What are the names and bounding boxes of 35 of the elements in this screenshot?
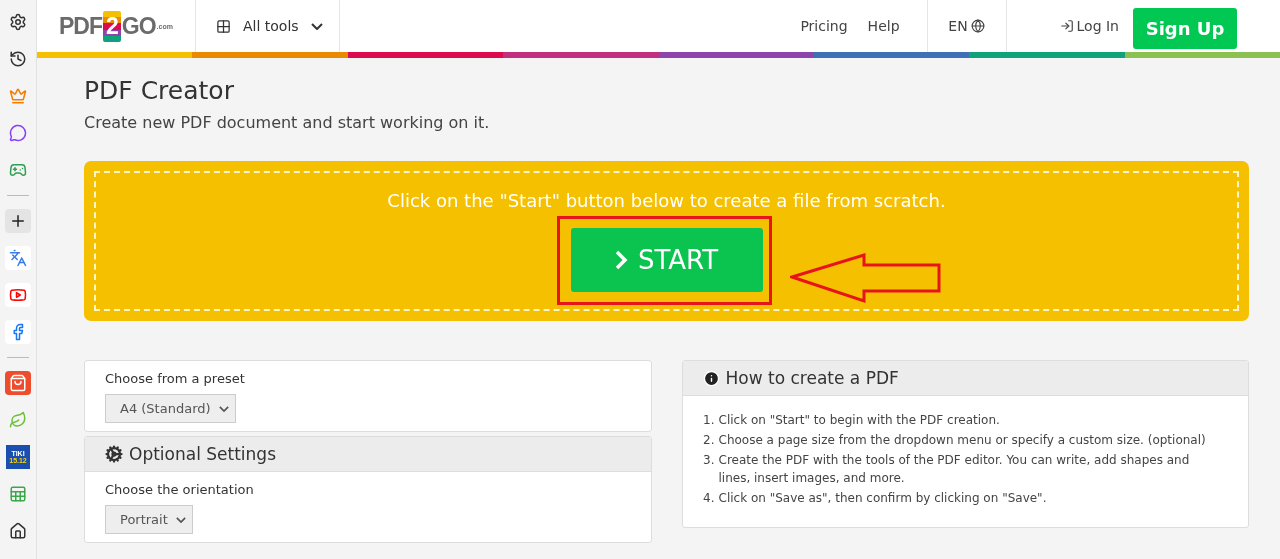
facebook-icon[interactable]	[5, 320, 31, 344]
page-title: PDF Creator	[84, 76, 235, 105]
globe-icon	[970, 19, 985, 33]
chevron-down-icon	[310, 22, 323, 30]
settings-title: Optional Settings	[129, 444, 276, 464]
step-text: Create the PDF with the tools of the PDF editor. You can write, add shapes and lines, insert images, and more.	[718, 452, 1190, 487]
info-icon	[702, 369, 720, 387]
step-number: 4.	[702, 490, 715, 507]
preset-label: Choose from a preset	[105, 371, 246, 386]
youtube-icon[interactable]	[5, 283, 31, 307]
chevron-right-icon	[614, 250, 628, 270]
plus-icon[interactable]	[5, 209, 31, 233]
nav-link[interactable]: Help	[857, 0, 910, 52]
step-number: 3.	[702, 452, 715, 469]
orientation-select[interactable]: Portrait	[105, 505, 193, 534]
step-text: Click on "Save as", then confirm by clicking on "Save".	[718, 490, 1047, 507]
language-selector[interactable]: EN	[926, 0, 1007, 52]
howto-title: How to create a PDF	[725, 368, 899, 388]
grid-icon	[216, 18, 231, 34]
page-subtitle: Create new PDF document and start working on it.	[84, 113, 491, 132]
chevron-down-icon	[175, 516, 186, 523]
step-number: 2.	[702, 432, 715, 449]
login-link[interactable]: Log In	[1059, 0, 1119, 52]
step-number: 1.	[702, 412, 715, 429]
preset-select[interactable]: A4 (Standard)	[105, 394, 236, 423]
step-text: Click on "Start" to begin with the PDF creation.	[718, 412, 1000, 429]
translate-icon[interactable]	[5, 246, 31, 270]
all-tools-menu[interactable]: All tools	[195, 0, 340, 52]
nav-link[interactable]: Pricing	[790, 0, 858, 52]
start-instruction: Click on the "Start" button below to create a file from scratch.	[387, 190, 946, 211]
orientation-label: Choose the orientation	[105, 482, 255, 497]
chevron-down-icon	[218, 405, 229, 412]
step-text: Choose a page size from the dropdown menu or specify a custom size. (optional)	[718, 432, 1206, 449]
shop-icon[interactable]	[5, 371, 31, 395]
login-icon	[1059, 19, 1074, 33]
